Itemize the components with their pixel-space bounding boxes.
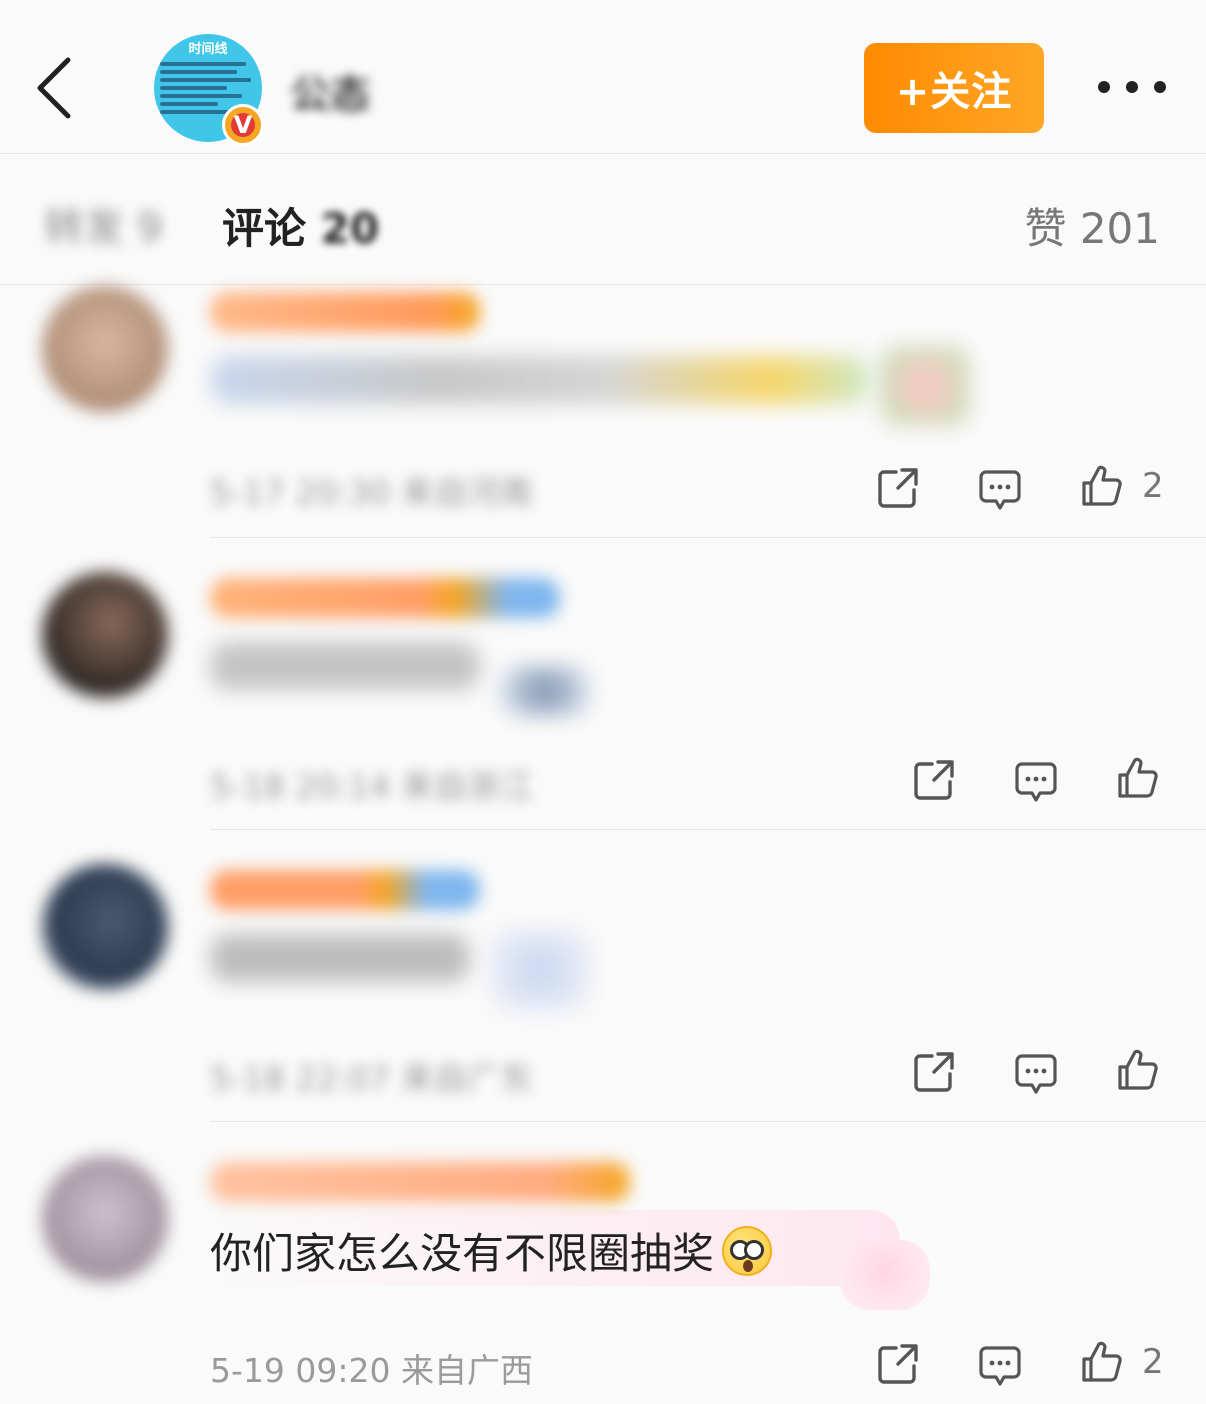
- like-button[interactable]: [1116, 756, 1160, 800]
- commenter-name[interactable]: [210, 578, 560, 618]
- chevron-left-icon: [37, 57, 71, 119]
- ellipsis-icon: [1098, 81, 1166, 93]
- account-name[interactable]: 公态: [290, 62, 370, 120]
- comment-bubble-icon: [979, 470, 1021, 510]
- tab-likes[interactable]: 赞 201: [1024, 195, 1160, 256]
- commenter-name[interactable]: [210, 292, 480, 332]
- comment-meta: 5-18 22:07 来自广东: [210, 1059, 533, 1098]
- commenter-avatar[interactable]: [42, 286, 168, 412]
- reply-button[interactable]: [1014, 760, 1058, 804]
- like-button[interactable]: [1116, 1048, 1160, 1092]
- share-icon: [878, 468, 918, 508]
- top-bar: 时间线 V 公态 +关注: [0, 0, 1206, 154]
- share-icon: [878, 1344, 918, 1384]
- comment-bubble-icon: [1015, 1054, 1057, 1094]
- commenter-name[interactable]: [210, 870, 480, 910]
- comment-sticker: [490, 930, 590, 1010]
- comment-text: [210, 642, 480, 690]
- comment-item: 5-17 20:30 来自河南 2: [0, 286, 1206, 538]
- thumbs-up-icon: [1082, 1341, 1122, 1382]
- more-button[interactable]: [1094, 72, 1170, 102]
- thumbs-up-icon: [1082, 465, 1122, 506]
- verified-badge: V: [222, 104, 264, 146]
- like-count: 2: [1142, 1342, 1164, 1382]
- comment-sticker: [880, 346, 970, 426]
- back-button[interactable]: [22, 48, 92, 128]
- avatar-title: 时间线: [188, 42, 228, 57]
- reply-button[interactable]: [978, 468, 1022, 512]
- share-button[interactable]: [876, 1342, 920, 1386]
- share-button[interactable]: [912, 1050, 956, 1094]
- tab-bar: 转发 9 评论 20 赞 201: [0, 155, 1206, 285]
- tab-comments-count: 20: [320, 204, 380, 253]
- commenter-name[interactable]: [210, 1162, 630, 1202]
- share-button[interactable]: [876, 466, 920, 510]
- comment-bubble-icon: [1015, 762, 1057, 802]
- share-icon: [914, 760, 954, 800]
- like-button[interactable]: [1080, 1340, 1124, 1384]
- tab-comments[interactable]: 评论 20: [222, 195, 379, 256]
- commenter-avatar[interactable]: [42, 1156, 168, 1282]
- tab-repost[interactable]: 转发 9: [44, 195, 162, 253]
- follow-button[interactable]: +关注: [864, 43, 1044, 133]
- comment-item: 5-18 20:14 来自浙江: [0, 538, 1206, 830]
- comment-text: 你们家怎么没有不限圈抽奖: [210, 1220, 773, 1281]
- thumbs-up-icon: [1118, 757, 1158, 798]
- like-button[interactable]: [1080, 464, 1124, 508]
- comment-meta: 5-18 20:14 来自浙江: [210, 767, 533, 806]
- like-count: 2: [1142, 466, 1164, 506]
- comment-text: [210, 934, 470, 982]
- comment-item: 5-18 22:07 来自广东: [0, 830, 1206, 1122]
- comment-text: [210, 356, 870, 404]
- share-icon: [914, 1052, 954, 1092]
- comment-bubble-icon: [979, 1346, 1021, 1386]
- comment-meta: 5-17 20:30 来自河南: [210, 473, 533, 512]
- comment-meta: 5-19 09:20 来自广西: [210, 1351, 533, 1390]
- reply-button[interactable]: [978, 1344, 1022, 1388]
- share-button[interactable]: [912, 758, 956, 802]
- tab-comments-label: 评论: [222, 204, 307, 253]
- reply-button[interactable]: [1014, 1052, 1058, 1096]
- thumbs-up-icon: [1118, 1049, 1158, 1090]
- commenter-avatar[interactable]: [42, 572, 168, 698]
- flushed-face-icon: [722, 1226, 773, 1276]
- comment-item: 你们家怎么没有不限圈抽奖 5-19 09:20 来自广西 2: [0, 1122, 1206, 1404]
- commenter-avatar[interactable]: [42, 864, 168, 990]
- comment-sticker: [500, 666, 590, 716]
